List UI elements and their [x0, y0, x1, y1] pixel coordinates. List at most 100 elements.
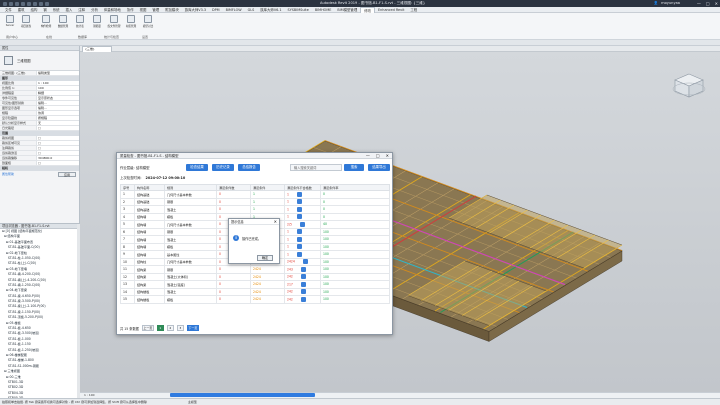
alert-title-bar[interactable]: 提示信息 ✕ [229, 219, 279, 225]
locate-icon[interactable] [300, 274, 306, 280]
locate-icon[interactable] [296, 206, 302, 212]
table-row[interactable]: 12 结构梁 混凝土(大体积) 0 2424 242 100 [120, 272, 390, 281]
dialog-maximize-button[interactable]: □ [376, 153, 380, 159]
edit-type-button[interactable]: 编辑类型 [36, 71, 79, 75]
property-value[interactable]: 显示原状态 [36, 96, 79, 100]
menu-tab-13[interactable]: 族库大师V3.3 [182, 7, 209, 13]
prev-page-button[interactable]: 上一页 [141, 325, 154, 331]
menu-tab-7[interactable]: 分析 [88, 7, 101, 13]
server-button[interactable]: Server [2, 15, 18, 35]
dialog-title-bar[interactable]: 质量检查 - 图书馆-B1-F1-S - 结构模型 — □ ✕ [117, 153, 392, 159]
view-label[interactable]: 三维视图: {三维} [0, 71, 36, 75]
locate-icon[interactable] [300, 266, 306, 272]
dialog-close-button[interactable]: ✕ [386, 153, 389, 159]
material-button[interactable]: 材质管理 [123, 15, 139, 35]
viewcube-icon[interactable] [672, 70, 706, 100]
table-row[interactable]: 15 结构楼板 模板 0 2424 242 100 [120, 295, 390, 304]
user-account[interactable]: 👤 moyunyaa [654, 1, 680, 5]
apply-button[interactable]: 应用 [58, 172, 76, 177]
menu-tab-1[interactable]: 建筑 [15, 7, 28, 13]
3d-view-icon[interactable] [45, 1, 49, 6]
project-properties-button[interactable]: 项目属性 [18, 15, 34, 35]
minimize-button[interactable]: — [697, 1, 701, 6]
history-button[interactable]: 历史记录 [212, 164, 234, 171]
menu-tab-0[interactable]: 文件 [2, 7, 15, 13]
locate-icon[interactable] [296, 191, 302, 197]
locate-icon[interactable] [296, 214, 302, 220]
property-value[interactable]: 304800.0 [36, 156, 79, 160]
table-row[interactable]: 3 结构基础 混凝土 0 1 1 0 [120, 205, 390, 214]
table-row[interactable]: 13 结构梁 混凝土(强度) 0 2424 217 100 [120, 280, 390, 289]
measure-icon[interactable] [39, 1, 43, 6]
property-value[interactable]: 精细 [36, 91, 79, 95]
view-scale[interactable]: 1 : 100 [84, 393, 95, 397]
locate-icon[interactable] [302, 259, 308, 265]
next-page-button[interactable]: 下一页 [186, 325, 199, 331]
table-row[interactable]: 2 结构基础 钢筋 0 1 1 0 [120, 197, 390, 206]
menu-tab-23[interactable]: 工程 [407, 7, 420, 13]
page-2[interactable]: 2 [166, 325, 174, 331]
property-value[interactable]: □ [36, 161, 79, 165]
type-selector[interactable]: 三维视图 [0, 51, 79, 71]
menu-tab-19[interactable]: BIMHOME [312, 7, 335, 13]
property-value[interactable]: 1 : 100 [36, 81, 79, 85]
search-button[interactable]: 搜索 [344, 164, 364, 171]
data-management-button[interactable]: 数据管理 [55, 15, 71, 35]
tab-3d-view[interactable]: {三维} [82, 46, 112, 52]
property-value[interactable]: □ [36, 126, 79, 130]
menu-tab-3[interactable]: 钢 [40, 7, 49, 13]
menu-tab-8[interactable]: 体量和场地 [101, 7, 124, 13]
horizontal-scrollbar[interactable] [170, 393, 315, 397]
locate-icon[interactable] [296, 244, 302, 250]
menu-tab-15[interactable]: BIMFLOW [223, 7, 245, 13]
locate-icon[interactable] [296, 199, 302, 205]
table-row[interactable]: 14 结构楼板 混凝土 0 2424 242 100 [120, 287, 390, 296]
redo-icon[interactable] [27, 1, 31, 6]
menu-tab-2[interactable]: 结构 [28, 7, 41, 13]
property-value[interactable]: □ [36, 136, 79, 140]
dialog-minimize-button[interactable]: — [366, 153, 370, 159]
statistics-button[interactable]: 统计表 [72, 15, 88, 35]
table-row[interactable]: 11 结构梁 钢筋 0 2424 243 100 [120, 265, 390, 274]
menu-tab-12[interactable]: 附加模块 [162, 7, 182, 13]
property-value[interactable]: 协调 [36, 111, 79, 115]
locate-icon[interactable] [300, 296, 306, 302]
property-value[interactable]: 无 [36, 121, 79, 125]
property-value[interactable]: 编辑... [36, 106, 79, 110]
menu-tab-5[interactable]: 插入 [63, 7, 76, 13]
menu-tab-18[interactable]: SYSBIMSuite [285, 7, 312, 13]
family-files-button[interactable]: 族文件管理 [106, 15, 122, 35]
check-results-button[interactable]: 检查结果 [186, 164, 208, 171]
export-results-button[interactable]: 结果导出 [368, 164, 390, 171]
app-menu-icon[interactable] [3, 1, 7, 6]
search-input[interactable]: 输入搜索关键词 [290, 164, 342, 171]
menu-tab-20[interactable]: BIM模型管理 [334, 7, 360, 13]
open-icon[interactable] [9, 1, 13, 6]
locate-icon[interactable] [299, 221, 305, 227]
page-1[interactable]: 1 [156, 325, 164, 331]
page-3[interactable]: 3 [176, 325, 184, 331]
print-icon[interactable] [33, 1, 37, 6]
table-row[interactable]: 1 结构基础 几何尺寸基本参数 0 1 1 0 [120, 190, 390, 199]
rebar-quantity-button[interactable]: 钢筋量 [89, 15, 105, 35]
locate-icon[interactable] [296, 236, 302, 242]
menu-tab-9[interactable]: 协作 [124, 7, 137, 13]
save-icon[interactable] [15, 1, 19, 6]
menu-tab-6[interactable]: 注释 [75, 7, 88, 13]
property-value[interactable]: □ [36, 146, 79, 150]
menu-tab-22[interactable]: Enhanced Revit [375, 7, 407, 13]
locate-icon[interactable] [296, 229, 302, 235]
locate-icon[interactable] [300, 281, 306, 287]
menu-tab-16[interactable]: GLS [245, 7, 258, 13]
menu-tab-14[interactable]: DPM [209, 7, 223, 13]
menu-tab-10[interactable]: 视图 [137, 7, 150, 13]
component-check-button[interactable]: 构件检测 [38, 15, 54, 35]
close-button[interactable]: ✕ [715, 1, 718, 6]
menu-tab-21[interactable]: 修改 [360, 6, 375, 13]
alert-ok-button[interactable]: 确定 [257, 255, 273, 261]
locate-icon[interactable] [300, 289, 306, 295]
menu-tab-17[interactable]: 族库大师V6.1 [257, 7, 284, 13]
undo-icon[interactable] [21, 1, 25, 6]
property-value[interactable]: □ [36, 141, 79, 145]
property-value[interactable]: 编辑... [36, 101, 79, 105]
